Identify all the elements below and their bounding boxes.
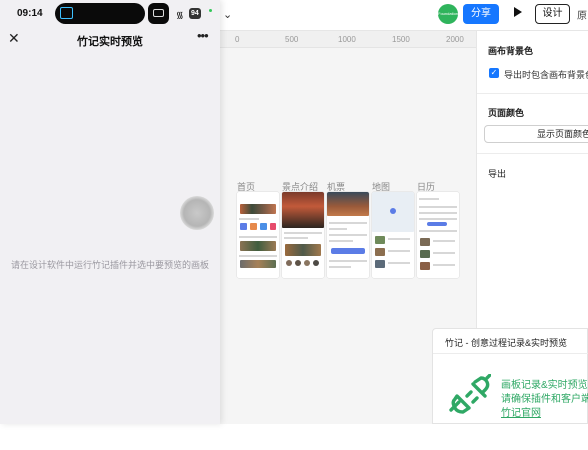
wifi-icon: ᯾	[176, 10, 184, 20]
promo-line-1: 画板记录&实时预览	[501, 380, 588, 391]
window-icon-badge	[148, 3, 169, 24]
dynamic-island	[55, 3, 145, 24]
status-bar: 09:14 ᯾ 94	[0, 0, 220, 27]
horizontal-ruler: 0 500 1000 1500 2000	[220, 31, 476, 48]
screen: ⌄ Foundation 分享 设计 原 0 500 1000 1500 200…	[0, 0, 588, 450]
design-tab[interactable]: 设计	[535, 4, 570, 24]
plug-icon	[449, 374, 491, 414]
canvas-bg-title: 画布背景色	[488, 46, 534, 56]
export-title[interactable]: 导出	[488, 167, 506, 180]
status-time: 09:14	[17, 8, 43, 19]
ruler-tick: 2000	[446, 35, 464, 44]
show-page-color-button[interactable]: 显示页面颜色	[484, 125, 588, 143]
export-bg-label[interactable]: 导出时包含画布背景色	[504, 68, 588, 81]
ruler-tick: 0	[235, 35, 240, 44]
battery-badge: 94	[189, 8, 201, 19]
divider	[477, 153, 588, 154]
avatar[interactable]: Foundation	[438, 4, 458, 24]
ruler-tick: 1000	[338, 35, 356, 44]
page-color-title: 页面颜色	[488, 108, 525, 118]
chevron-down-icon[interactable]: ⌄	[223, 8, 232, 21]
promo-line-2: 请确保插件和客户端	[501, 394, 588, 405]
share-button[interactable]: 分享	[463, 4, 499, 24]
page-title: 竹记实时预览	[77, 36, 143, 48]
artboard-attraction[interactable]	[282, 192, 324, 278]
ruler-tick: 500	[285, 35, 299, 44]
mic-indicator-dot	[209, 9, 212, 12]
plugin-promo-card: 竹记 - 创意过程记录&实时预览 画板记录&实时预览 请确保插件和客户端 竹记官…	[432, 328, 588, 424]
more-icon[interactable]: •••	[197, 28, 209, 43]
preview-header: ✕ 竹记实时预览 •••	[0, 27, 220, 52]
play-icon[interactable]	[514, 7, 522, 17]
promo-card-title: 竹记 - 创意过程记录&实时预览	[445, 338, 568, 348]
official-site-link[interactable]: 竹记官网	[501, 404, 541, 419]
artboard-flight[interactable]	[327, 192, 369, 278]
ruler-tick: 1500	[392, 35, 410, 44]
bottom-area	[0, 424, 588, 450]
export-bg-checkbox[interactable]: ✓	[489, 68, 499, 78]
empty-state-hint: 请在设计软件中运行竹记插件并选中要预览的画板	[10, 260, 209, 270]
artboard-home[interactable]	[237, 192, 279, 278]
artboard-map[interactable]	[372, 192, 414, 278]
screen-mirror-icon	[60, 7, 73, 19]
prototype-tab[interactable]: 原	[577, 7, 587, 22]
divider	[433, 353, 588, 354]
artboard-calendar[interactable]	[417, 192, 459, 278]
assistive-touch-button[interactable]	[180, 196, 214, 230]
divider	[477, 93, 588, 94]
